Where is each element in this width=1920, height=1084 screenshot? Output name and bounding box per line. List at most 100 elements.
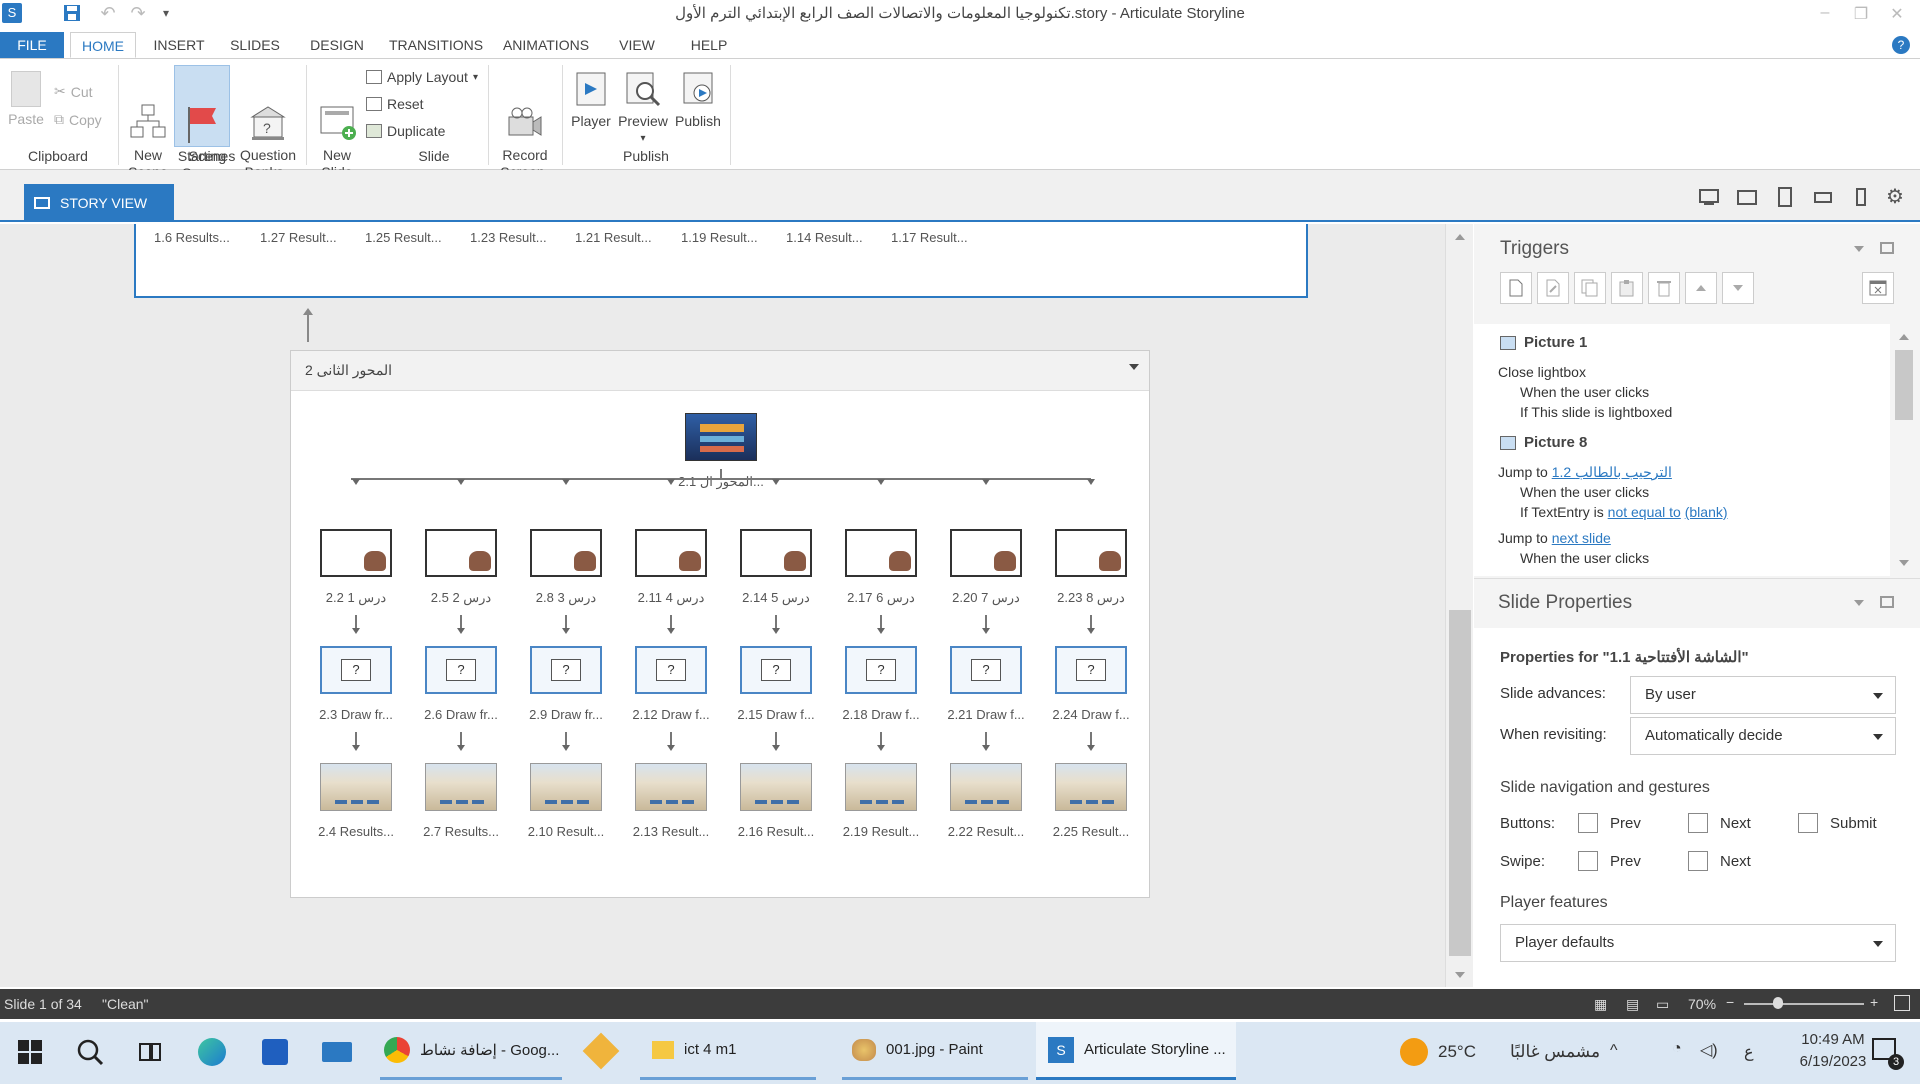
quiz-slide-node[interactable]: ? 2.9 Draw fr...	[516, 646, 616, 722]
submit-button-checkbox[interactable]	[1798, 813, 1818, 833]
fit-to-window-icon[interactable]	[1894, 995, 1910, 1011]
results-slide-node[interactable]: 2.13 Result...	[621, 763, 721, 839]
lesson-slide-node[interactable]: 2.11 درس 4	[621, 529, 721, 606]
scroll-down-icon[interactable]	[1899, 560, 1909, 566]
search-icon[interactable]	[76, 1038, 104, 1070]
slide-label[interactable]: 1.21 Result...	[575, 230, 652, 245]
clock-time[interactable]: 10:49 AM	[1788, 1031, 1878, 1048]
tab-view[interactable]: VIEW	[612, 32, 662, 58]
zoom-in-button[interactable]: +	[1870, 994, 1878, 1010]
lesson-slide-node[interactable]: 2.2 درس 1	[306, 529, 406, 606]
tablet-portrait-icon[interactable]	[1774, 186, 1796, 208]
windows-start-icon[interactable]	[18, 1040, 42, 1068]
move-trigger-down-button[interactable]	[1722, 272, 1754, 304]
results-slide-node[interactable]: 2.7 Results...	[411, 763, 511, 839]
task-view-icon[interactable]	[138, 1040, 162, 1068]
player-features-dropdown[interactable]: Player defaults	[1500, 924, 1896, 962]
tab-transitions[interactable]: TRANSITIONS	[384, 32, 488, 58]
scroll-up-icon[interactable]	[1899, 334, 1909, 340]
triggers-list[interactable]: Picture 1 Close lightbox When the user c…	[1474, 324, 1890, 576]
quiz-slide-node[interactable]: ? 2.15 Draw f...	[726, 646, 826, 722]
weather-text[interactable]: مشمس غالبًا	[1510, 1042, 1600, 1062]
zoom-slider[interactable]	[1744, 1003, 1864, 1005]
results-slide-node[interactable]: 2.10 Result...	[516, 763, 616, 839]
tab-insert[interactable]: INSERT	[148, 32, 210, 58]
record-screen-button[interactable]: Record Screen▾	[494, 69, 556, 183]
zoom-out-button[interactable]: −	[1726, 994, 1734, 1010]
slide-label[interactable]: 1.14 Result...	[786, 230, 863, 245]
slide-view-mode-icon[interactable]: ▤	[1626, 996, 1639, 1013]
trigger-target-link[interactable]: 1.2 الترحيب بالطالب	[1552, 464, 1672, 480]
slide-advances-dropdown[interactable]: By user	[1630, 676, 1896, 714]
app-icon[interactable]	[582, 1032, 620, 1070]
slide-label[interactable]: 1.19 Result...	[681, 230, 758, 245]
phone-portrait-icon[interactable]	[1850, 186, 1872, 208]
scroll-thumb[interactable]	[1449, 610, 1471, 956]
maximize-button[interactable]: ❐	[1846, 4, 1876, 24]
apply-layout-button[interactable]: Apply Layout ▾	[366, 69, 478, 85]
edit-trigger-button[interactable]	[1537, 272, 1569, 304]
new-scene-button[interactable]: New Scene	[124, 69, 172, 181]
starting-scene-button[interactable]: Starting Scene	[174, 65, 230, 181]
panel-undock-icon[interactable]	[1880, 596, 1894, 608]
player-button[interactable]: Player	[568, 69, 614, 130]
triggers-scrollbar[interactable]	[1892, 324, 1916, 576]
network-icon[interactable]: ◔	[1672, 1040, 1682, 1058]
trigger-object[interactable]: Picture 1	[1500, 334, 1587, 351]
quiz-slide-node[interactable]: ? 2.12 Draw f...	[621, 646, 721, 722]
slide-label[interactable]: 1.25 Result...	[365, 230, 442, 245]
trigger-target-link[interactable]: next slide	[1552, 530, 1611, 546]
next-swipe-checkbox[interactable]	[1688, 851, 1708, 871]
duplicate-button[interactable]: Duplicate	[366, 123, 445, 139]
reset-button[interactable]: Reset	[366, 96, 424, 112]
new-slide-button[interactable]: New Slide	[312, 69, 362, 181]
desktop-view-icon[interactable]	[1698, 186, 1720, 208]
trigger-action[interactable]: Jump to 1.2 الترحيب بالطالب	[1498, 464, 1672, 481]
condition-value-link[interactable]: (blank)	[1685, 504, 1728, 520]
panel-collapse-icon[interactable]	[1854, 246, 1864, 252]
condition-operator-link[interactable]: not equal to	[1608, 504, 1681, 520]
trigger-action[interactable]: Close lightbox	[1498, 364, 1586, 380]
delete-trigger-button[interactable]	[1648, 272, 1680, 304]
quiz-slide-node[interactable]: ? 2.6 Draw fr...	[411, 646, 511, 722]
minimize-button[interactable]: –	[1810, 4, 1840, 24]
scroll-up-icon[interactable]	[1455, 234, 1465, 240]
results-slide-node[interactable]: 2.19 Result...	[831, 763, 931, 839]
tablet-landscape-icon[interactable]	[1736, 186, 1758, 208]
mail-icon[interactable]	[322, 1042, 352, 1062]
preview-mode-icon[interactable]: ▭	[1656, 996, 1669, 1013]
lesson-slide-node[interactable]: 2.14 درس 5	[726, 529, 826, 606]
lesson-slide-node[interactable]: 2.20 درس 7	[936, 529, 1036, 606]
tab-file[interactable]: FILE	[0, 32, 64, 58]
lesson-slide-node[interactable]: 2.8 درس 3	[516, 529, 616, 606]
scroll-thumb[interactable]	[1895, 350, 1913, 420]
quiz-slide-node[interactable]: ? 2.21 Draw f...	[936, 646, 1036, 722]
move-trigger-up-button[interactable]	[1685, 272, 1717, 304]
taskbar-storyline-button[interactable]: S Articulate Storyline ...	[1036, 1022, 1236, 1080]
question-banks-button[interactable]: ? Question Banks ▾	[236, 69, 300, 183]
input-language[interactable]: ع	[1744, 1042, 1754, 1062]
weather-temp[interactable]: 25°C	[1438, 1042, 1476, 1062]
new-trigger-button[interactable]	[1500, 272, 1532, 304]
edge-icon[interactable]	[198, 1038, 226, 1066]
story-view-mode-icon[interactable]: ▦	[1594, 996, 1607, 1013]
publish-button[interactable]: Publish	[672, 69, 724, 130]
collapse-scene-icon[interactable]	[1129, 364, 1139, 370]
quiz-slide-node[interactable]: ? 2.3 Draw fr...	[306, 646, 406, 722]
tab-home[interactable]: HOME	[70, 32, 136, 58]
slide-label[interactable]: 1.6 Results...	[154, 230, 230, 245]
speaker-icon[interactable]: ◁)	[1700, 1040, 1718, 1060]
results-slide-node[interactable]: 2.22 Result...	[936, 763, 1036, 839]
results-slide-node[interactable]: 2.25 Result...	[1041, 763, 1141, 839]
cut-button[interactable]: ✂ Cut	[54, 83, 93, 100]
store-icon[interactable]	[262, 1039, 288, 1065]
paste-button[interactable]: Paste	[4, 71, 48, 128]
variables-button[interactable]	[1862, 272, 1894, 304]
prev-swipe-checkbox[interactable]	[1578, 851, 1598, 871]
copy-button[interactable]: ⧉ Copy	[54, 111, 102, 128]
tab-design[interactable]: DESIGN	[304, 32, 370, 58]
results-slide-node[interactable]: 2.4 Results...	[306, 763, 406, 839]
help-icon[interactable]: ?	[1892, 36, 1910, 54]
results-slide-node[interactable]: 2.16 Result...	[726, 763, 826, 839]
gear-icon[interactable]: ⚙	[1886, 186, 1908, 208]
